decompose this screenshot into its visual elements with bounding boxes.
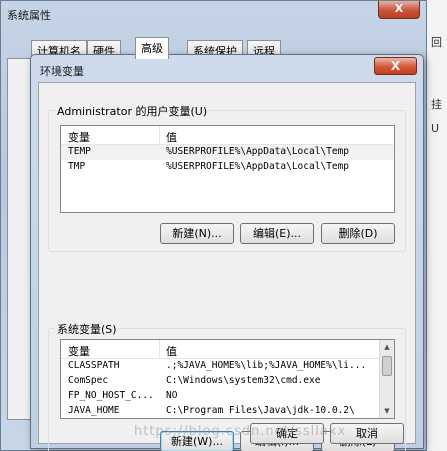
- user-edit-button[interactable]: 编辑(E)...: [240, 223, 314, 244]
- column-header-value[interactable]: 值: [166, 343, 177, 359]
- variable-name: FP_NO_HOST_C...: [68, 390, 154, 401]
- list-header: 变量 值: [61, 126, 394, 145]
- list-item[interactable]: TEMP %USERPROFILE%\AppData\Local\Temp: [61, 145, 394, 160]
- user-variables-title: Administrator 的用户变量(U): [55, 103, 210, 119]
- vertical-scrollbar[interactable]: ▲ ▼: [379, 340, 394, 418]
- variable-value: C:\Windows\system32\cmd.exe: [166, 375, 321, 386]
- user-variables-list[interactable]: 变量 值 TEMP %USERPROFILE%\AppData\Local\Te…: [60, 125, 395, 213]
- close-button[interactable]: X: [374, 57, 417, 75]
- list-item[interactable]: FP_NO_HOST_C... NO: [61, 389, 394, 404]
- system-variables-title: 系统变量(S): [55, 321, 119, 337]
- variable-value: NO: [166, 390, 178, 401]
- variable-name: CLASSPATH: [68, 360, 120, 371]
- list-header: 变量 值: [61, 340, 394, 359]
- tab-advanced[interactable]: 高级: [135, 37, 169, 59]
- variable-name: TEMP: [68, 146, 91, 157]
- watermark: https://blog.csdn.net/ssllaxx: [134, 424, 347, 439]
- background-text: 挂: [431, 98, 442, 111]
- variable-name: ComSpec: [68, 375, 109, 386]
- scroll-up-icon[interactable]: ▲: [380, 340, 394, 354]
- list-item[interactable]: ComSpec C:\Windows\system32\cmd.exe: [61, 374, 394, 389]
- variable-name: TMP: [68, 161, 86, 172]
- list-item[interactable]: TMP %USERPROFILE%\AppData\Local\Temp: [61, 160, 394, 175]
- variable-value: .;%JAVA_HOME%\lib;%JAVA_HOME%\li...: [166, 360, 367, 371]
- background-text: 回: [431, 36, 442, 49]
- dialog-title: 环境变量: [40, 65, 84, 78]
- column-header-variable[interactable]: 变量: [68, 343, 90, 359]
- scroll-thumb[interactable]: [382, 356, 392, 376]
- variable-value: %USERPROFILE%\AppData\Local\Temp: [166, 161, 350, 172]
- list-item[interactable]: CLASSPATH .;%JAVA_HOME%\lib;%JAVA_HOME%\…: [61, 359, 394, 374]
- variable-value: %USERPROFILE%\AppData\Local\Temp: [166, 146, 350, 157]
- list-item[interactable]: JAVA_HOME C:\Program Files\Java\jdk-10.0…: [61, 404, 394, 418]
- column-header-variable[interactable]: 变量: [68, 129, 90, 145]
- background-window: 回 挂 U: [425, 0, 447, 451]
- dialog-body: Administrator 的用户变量(U) 变量 值 TEMP %USERPR…: [38, 82, 416, 451]
- window-title: 系统属性: [7, 9, 51, 22]
- close-button[interactable]: X: [378, 1, 420, 19]
- column-header-value[interactable]: 值: [166, 129, 177, 145]
- user-new-button[interactable]: 新建(N)...: [160, 223, 234, 244]
- user-delete-button[interactable]: 删除(D): [321, 223, 395, 244]
- system-variables-list[interactable]: 变量 值 CLASSPATH .;%JAVA_HOME%\lib;%JAVA_H…: [60, 339, 395, 419]
- background-text: U: [431, 122, 440, 135]
- variable-name: JAVA_HOME: [68, 405, 120, 416]
- scroll-down-icon[interactable]: ▼: [380, 404, 394, 418]
- environment-variables-dialog: 环境变量 X Administrator 的用户变量(U) 变量 值 TEMP …: [30, 54, 424, 451]
- variable-value: C:\Program Files\Java\jdk-10.0.2\: [166, 405, 355, 416]
